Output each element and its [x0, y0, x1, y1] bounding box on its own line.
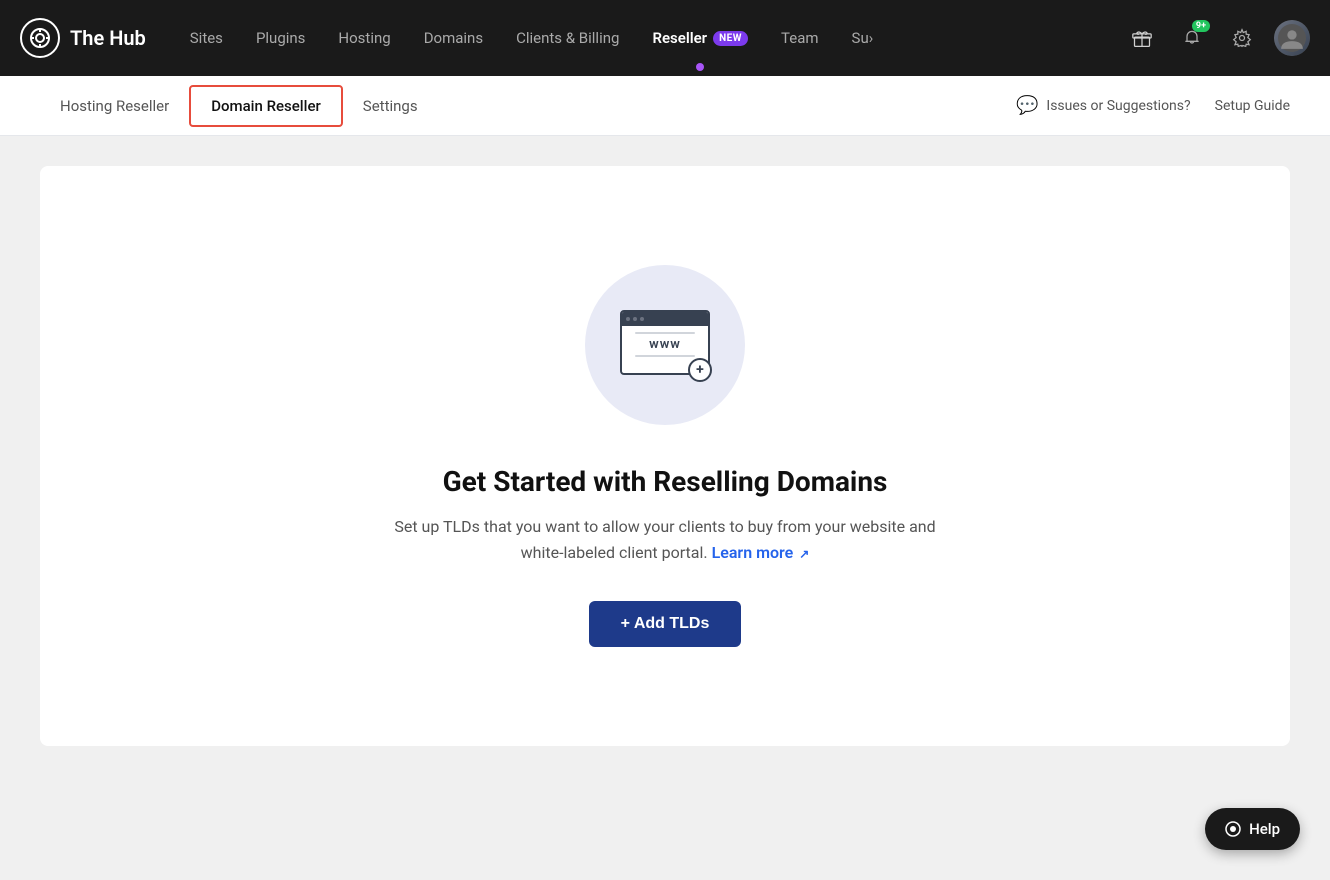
new-badge: NEW [713, 31, 748, 46]
subnav-item-domain-reseller[interactable]: Domain Reseller [189, 85, 343, 127]
subnav-items: Hosting Reseller Domain Reseller Setting… [40, 85, 1016, 127]
browser-line-2 [635, 355, 695, 357]
avatar-image [1274, 20, 1310, 56]
description-text: Set up TLDs that you want to allow your … [394, 517, 935, 562]
settings-icon-button[interactable] [1224, 20, 1260, 56]
setup-guide-label: Setup Guide [1215, 98, 1290, 114]
nav-item-clients-billing[interactable]: Clients & Billing [502, 21, 633, 55]
browser-dot-3 [640, 317, 644, 321]
browser-line-1 [635, 332, 695, 334]
main-content: www + Get Started with Reselling Domains… [0, 136, 1330, 880]
nav-item-domains[interactable]: Domains [410, 21, 497, 55]
browser-body: www [622, 326, 708, 363]
brand-logo-icon [20, 18, 60, 58]
gift-icon-button[interactable] [1124, 20, 1160, 56]
domain-illustration: www + [585, 265, 745, 425]
www-text: www [649, 337, 681, 352]
add-tlds-label: + Add TLDs [621, 615, 710, 633]
notifications-icon-button[interactable]: 9+ [1174, 20, 1210, 56]
add-tlds-button[interactable]: + Add TLDs [589, 601, 742, 647]
plus-icon: + [688, 358, 712, 382]
setup-guide-link[interactable]: Setup Guide [1215, 98, 1290, 114]
subnav-item-hosting-reseller[interactable]: Hosting Reseller [40, 87, 189, 125]
help-button[interactable]: Help [1205, 808, 1300, 850]
subnav-item-settings[interactable]: Settings [343, 87, 438, 125]
issues-suggestions-button[interactable]: 💬 Issues or Suggestions? [1016, 95, 1191, 116]
nav-item-hosting[interactable]: Hosting [324, 21, 404, 55]
issues-suggestions-label: Issues or Suggestions? [1046, 98, 1190, 114]
nav-item-su[interactable]: Su› [838, 21, 888, 55]
subnav: Hosting Reseller Domain Reseller Setting… [0, 76, 1330, 136]
learn-more-link[interactable]: Learn more ↗ [712, 543, 810, 562]
help-label: Help [1249, 820, 1280, 838]
navbar-nav: Sites Plugins Hosting Domains Clients & … [176, 21, 1124, 55]
navbar: The Hub Sites Plugins Hosting Domains Cl… [0, 0, 1330, 76]
nav-item-reseller[interactable]: Reseller NEW [638, 21, 762, 55]
browser-dot-1 [626, 317, 630, 321]
reseller-dot [696, 63, 704, 71]
content-title: Get Started with Reselling Domains [443, 465, 888, 498]
content-description: Set up TLDs that you want to allow your … [385, 514, 945, 565]
browser-top-bar [622, 312, 708, 326]
nav-item-plugins[interactable]: Plugins [242, 21, 319, 55]
external-link-icon: ↗ [799, 545, 809, 564]
notification-count: 9+ [1192, 20, 1210, 32]
navbar-actions: 9+ [1124, 20, 1310, 56]
nav-item-team[interactable]: Team [767, 21, 833, 55]
user-avatar[interactable] [1274, 20, 1310, 56]
chat-icon: 💬 [1016, 95, 1038, 116]
browser-dot-2 [633, 317, 637, 321]
nav-item-sites[interactable]: Sites [176, 21, 237, 55]
domain-icon-inner: www + [620, 310, 710, 380]
brand-logo-link[interactable]: The Hub [20, 18, 146, 58]
content-card: www + Get Started with Reselling Domains… [40, 166, 1290, 746]
brand-name: The Hub [70, 26, 146, 50]
subnav-actions: 💬 Issues or Suggestions? Setup Guide [1016, 95, 1290, 116]
